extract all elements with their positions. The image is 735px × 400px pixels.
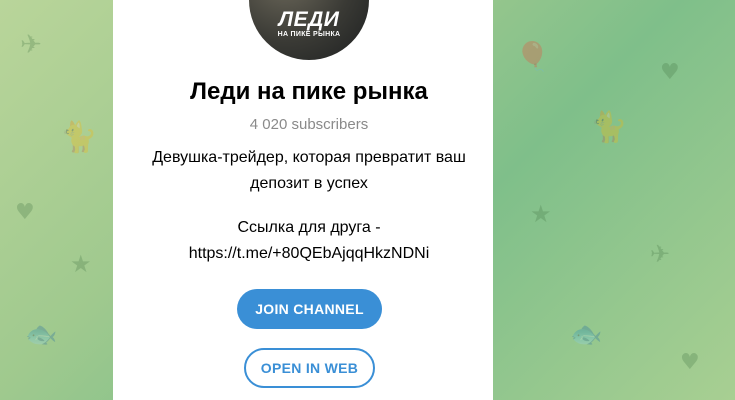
- star-icon: ★: [530, 200, 552, 228]
- subscriber-count: 4 020 subscribers: [249, 116, 369, 133]
- paper-plane-icon: ✈: [650, 240, 671, 268]
- channel-avatar: ЛЕДИ НА ПИКЕ РЫНКА: [249, 0, 369, 60]
- heart-icon: ♥: [15, 200, 35, 225]
- cat-icon: 🐈: [60, 120, 98, 155]
- join-channel-button[interactable]: JOIN CHANNEL: [237, 289, 382, 329]
- cat-icon: 🐈: [590, 110, 628, 145]
- heart-icon: ♥: [660, 60, 680, 85]
- description-line: Девушка-трейдер, которая превратит ваш: [152, 149, 466, 166]
- heart-icon: ♥: [680, 350, 700, 375]
- description-line: депозит в успех: [250, 175, 368, 192]
- channel-description: Девушка-трейдер, которая превратит ваш д…: [113, 145, 505, 267]
- paper-plane-icon: ✈: [20, 30, 42, 60]
- fish-icon: 🐟: [570, 320, 603, 350]
- channel-card: ЛЕДИ НА ПИКЕ РЫНКА Леди на пике рынка 4 …: [113, 0, 493, 400]
- channel-title: Леди на пике рынка: [190, 78, 428, 105]
- balloon-icon: 🎈: [515, 40, 550, 73]
- invite-link[interactable]: https://t.me/+80QEbAjqqHkzNDNi: [113, 241, 505, 267]
- description-line: Ссылка для друга -: [237, 219, 381, 236]
- fish-icon: 🐟: [25, 320, 58, 350]
- avatar-logo-line1: ЛЕДИ: [278, 8, 340, 31]
- open-in-web-button[interactable]: OPEN IN WEB: [244, 348, 375, 388]
- avatar-logo-line2: НА ПИКЕ РЫНКА: [277, 31, 341, 38]
- star-icon: ★: [70, 250, 92, 278]
